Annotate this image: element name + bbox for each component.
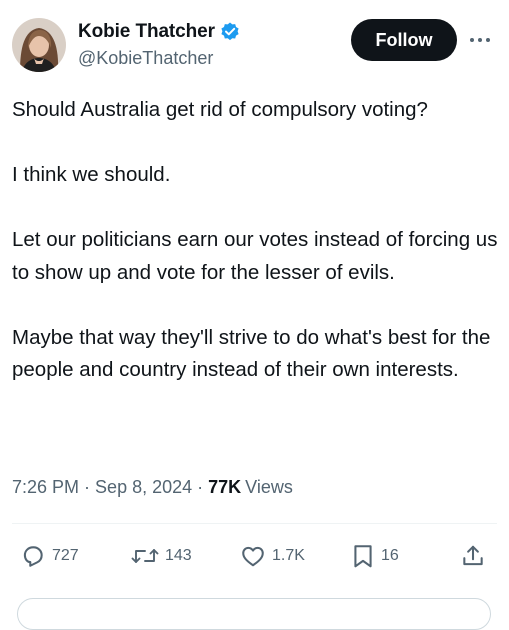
more-icon[interactable]	[466, 28, 494, 52]
avatar[interactable]	[12, 18, 66, 72]
tweet-date[interactable]: Sep 8, 2024	[95, 477, 192, 498]
meta-separator: ·	[84, 477, 91, 497]
heart-icon	[240, 543, 266, 569]
views-label[interactable]: Views	[245, 477, 293, 498]
like-button[interactable]: 1.7K	[240, 535, 305, 577]
tweet-text: Should Australia get rid of compulsory v…	[12, 94, 500, 387]
share-button[interactable]	[460, 535, 486, 577]
verified-badge-icon[interactable]	[219, 21, 241, 43]
repost-count: 143	[165, 547, 192, 564]
views-count[interactable]: 77K	[208, 477, 241, 498]
action-bar: 727 143 1.7K 16	[0, 535, 509, 577]
bookmark-icon	[351, 543, 375, 569]
tweet-paragraph: Let our politicians earn our votes inste…	[12, 228, 498, 284]
tweet-paragraph: Should Australia get rid of compulsory v…	[12, 98, 428, 121]
reply-icon	[20, 543, 46, 569]
handle[interactable]: @KobieThatcher	[78, 48, 213, 69]
tweet-time[interactable]: 7:26 PM	[12, 477, 79, 498]
reply-button[interactable]: 727	[20, 535, 79, 577]
meta-separator: ·	[197, 477, 204, 497]
tweet-meta: 7:26 PM · Sep 8, 2024 · 77K Views	[12, 477, 293, 498]
repost-button[interactable]: 143	[131, 535, 192, 577]
divider	[12, 523, 497, 524]
share-icon	[460, 543, 486, 569]
bookmark-button[interactable]: 16	[351, 535, 399, 577]
follow-button[interactable]: Follow	[351, 19, 457, 61]
display-name[interactable]: Kobie Thatcher	[78, 21, 215, 43]
avatar-image	[12, 18, 66, 72]
reply-count: 727	[52, 547, 79, 564]
tweet: Kobie Thatcher @KobieThatcher Follow Sho…	[0, 0, 509, 630]
bookmark-count: 16	[381, 547, 399, 564]
tweet-paragraph: I think we should.	[12, 163, 171, 186]
reply-input[interactable]	[17, 598, 491, 630]
like-count: 1.7K	[272, 547, 305, 564]
name-row: Kobie Thatcher	[78, 20, 241, 44]
tweet-paragraph: Maybe that way they'll strive to do what…	[12, 325, 491, 382]
repost-icon	[131, 543, 159, 569]
